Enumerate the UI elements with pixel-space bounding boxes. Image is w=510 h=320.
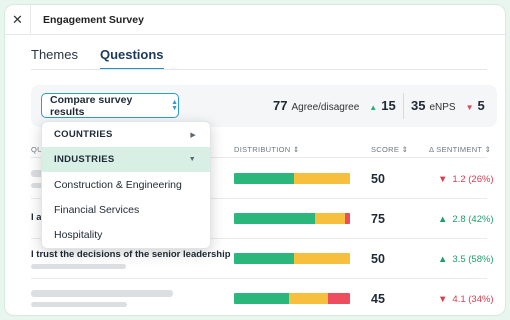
sentiment-cell: ▼ 1.2 (26%) bbox=[438, 174, 494, 185]
distribution-bar bbox=[234, 173, 350, 184]
arrow-down-icon: ▼ bbox=[438, 174, 448, 185]
arrow-up-icon: ▲ bbox=[438, 254, 448, 265]
dropdown-option-hospitality[interactable]: Hospitality bbox=[42, 222, 210, 247]
segment-negative bbox=[327, 293, 350, 304]
arrow-down-icon: ▼ bbox=[465, 103, 474, 112]
enps-delta: 5 bbox=[477, 98, 485, 113]
dropdown-option-construction[interactable]: Construction & Engineering bbox=[42, 172, 210, 197]
compare-label: Compare survey results bbox=[50, 93, 133, 118]
segment-positive bbox=[234, 213, 316, 224]
score-value: 75 bbox=[371, 212, 385, 226]
segment-positive bbox=[234, 173, 295, 184]
tab-bar: Themes Questions bbox=[31, 47, 164, 70]
arrow-down-icon: ▼ bbox=[438, 294, 448, 305]
compare-dropdown-menu: COUNTRIES ▶ INDUSTRIES ▼ Construction & … bbox=[41, 121, 211, 249]
enps-label: eNPS bbox=[429, 102, 456, 113]
close-icon[interactable]: ✕ bbox=[5, 5, 31, 35]
survey-panel: ✕ Engagement Survey Themes Questions Com… bbox=[4, 4, 506, 316]
distribution-bar bbox=[234, 253, 350, 264]
dropdown-option-financial-services[interactable]: Financial Services bbox=[42, 197, 210, 222]
distribution-bar bbox=[234, 213, 350, 224]
question-text: I trust the decisions of the senior lead… bbox=[31, 249, 231, 260]
sentiment-value: 2.8 (42%) bbox=[452, 214, 494, 225]
tab-questions[interactable]: Questions bbox=[99, 47, 164, 70]
score-value: 45 bbox=[371, 292, 385, 306]
chevron-down-icon: ▼ bbox=[188, 156, 196, 163]
question-placeholder bbox=[31, 302, 127, 307]
sentiment-value: 3.5 (58%) bbox=[452, 254, 494, 265]
category-label: INDUSTRIES bbox=[54, 154, 115, 165]
header-score[interactable]: SCORE ⇕ bbox=[371, 145, 408, 154]
sentiment-value: 4.1 (34%) bbox=[452, 294, 494, 305]
enps-stat: 35 eNPS ▼ 5 bbox=[411, 98, 485, 113]
segment-neutral bbox=[315, 213, 346, 224]
window-title: Engagement Survey bbox=[43, 13, 144, 26]
sentiment-value: 1.2 (26%) bbox=[452, 174, 494, 185]
segment-neutral bbox=[288, 293, 328, 304]
header-distribution[interactable]: DISTRIBUTION ⇕ bbox=[234, 145, 300, 154]
enps-value: 35 bbox=[411, 98, 426, 113]
tab-divider bbox=[31, 69, 487, 70]
question-placeholder bbox=[31, 290, 173, 297]
tab-themes[interactable]: Themes bbox=[31, 47, 78, 70]
segment-positive bbox=[234, 293, 289, 304]
stats-divider bbox=[403, 93, 404, 119]
segment-positive bbox=[234, 253, 295, 264]
header-sentiment[interactable]: Δ SENTIMENT ⇕ bbox=[429, 145, 491, 154]
agree-label: Agree/disagree bbox=[291, 102, 360, 113]
agree-stat: 77 Agree/disagree ▲ 15 bbox=[273, 98, 396, 113]
sort-arrows-icon: ▲ ▼ bbox=[171, 98, 178, 112]
question-text: I a bbox=[31, 212, 42, 223]
sentiment-cell: ▲ 3.5 (58%) bbox=[438, 254, 494, 265]
sentiment-cell: ▲ 2.8 (42%) bbox=[438, 214, 494, 225]
score-value: 50 bbox=[371, 172, 385, 186]
chevron-right-icon: ▶ bbox=[190, 131, 196, 139]
sentiment-cell: ▼ 4.1 (34%) bbox=[438, 294, 494, 305]
agree-delta: 15 bbox=[381, 98, 396, 113]
question-placeholder bbox=[31, 264, 126, 269]
dropdown-category-industries[interactable]: INDUSTRIES ▼ bbox=[42, 147, 210, 172]
arrow-up-icon: ▲ bbox=[369, 103, 378, 112]
arrow-up-icon: ▲ bbox=[438, 214, 448, 225]
title-bar: ✕ Engagement Survey bbox=[5, 5, 505, 35]
dropdown-category-countries[interactable]: COUNTRIES ▶ bbox=[42, 122, 210, 147]
distribution-bar bbox=[234, 293, 350, 304]
category-label: COUNTRIES bbox=[54, 129, 113, 140]
agree-value: 77 bbox=[273, 98, 288, 113]
compare-survey-button[interactable]: Compare survey results ▲ ▼ bbox=[41, 93, 179, 118]
score-value: 50 bbox=[371, 252, 385, 266]
segment-neutral bbox=[294, 173, 350, 184]
segment-neutral bbox=[294, 253, 350, 264]
segment-negative bbox=[345, 213, 350, 224]
row-divider bbox=[31, 278, 487, 279]
